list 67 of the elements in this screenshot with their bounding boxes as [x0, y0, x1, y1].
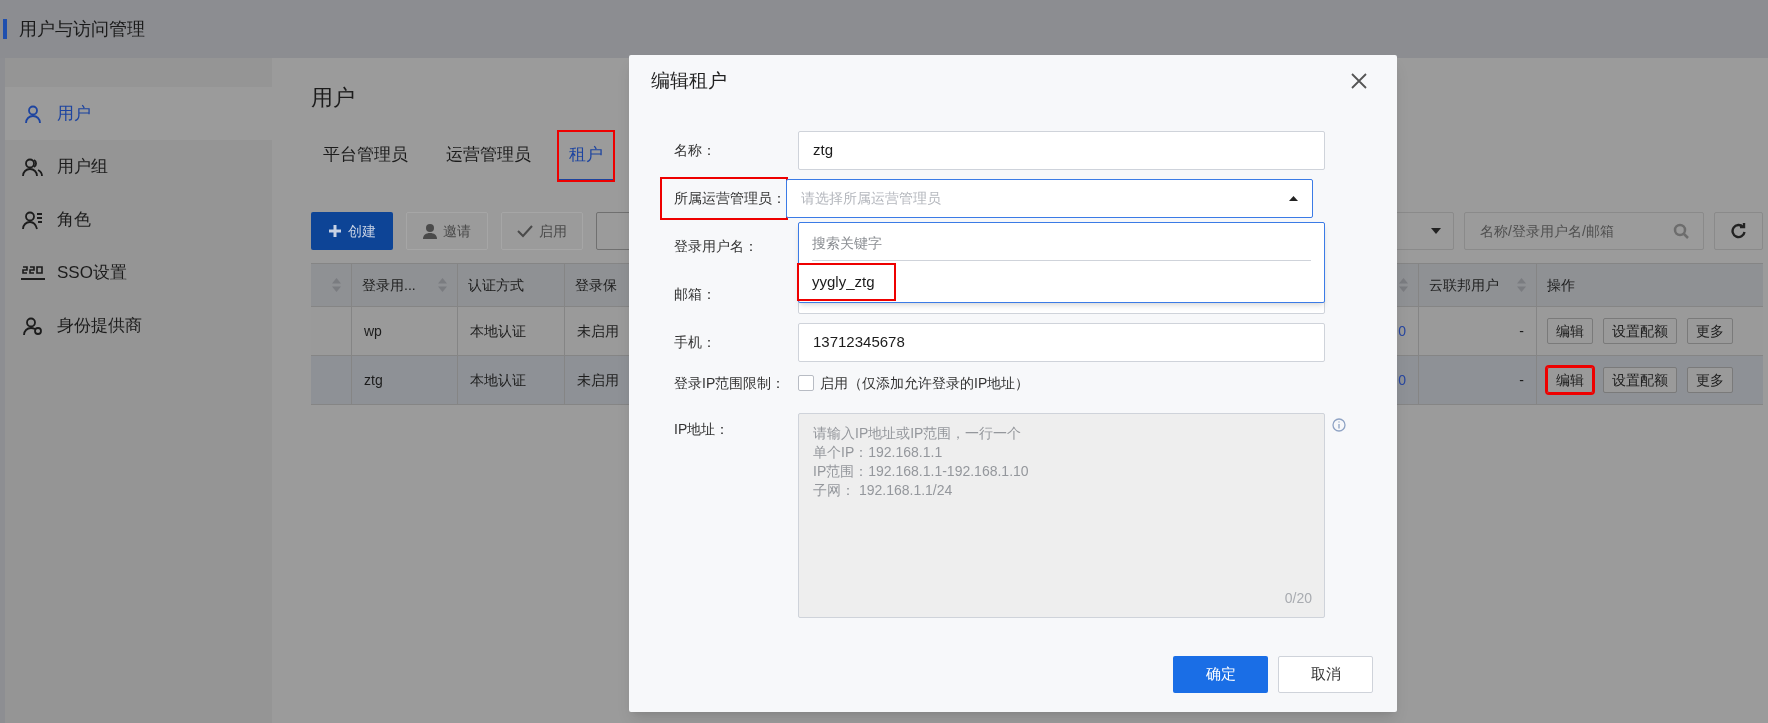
field-label: 名称：: [674, 141, 717, 160]
table-cell-text: 本地认证: [470, 370, 526, 390]
dropdown-option[interactable]: yygly_ztg: [799, 265, 894, 299]
table-cell-text: wp: [364, 321, 382, 341]
user-list-icon: [21, 209, 45, 230]
action-button[interactable]: 设置配额: [1603, 318, 1677, 344]
field-label: 邮箱：: [674, 285, 717, 304]
action-button[interactable]: 编辑: [1547, 318, 1593, 344]
dialog-button[interactable]: 取消: [1278, 656, 1373, 693]
input-field[interactable]: 13712345678: [798, 323, 1325, 362]
action-button[interactable]: 更多: [1687, 367, 1733, 393]
sidebar-item[interactable]: 用户: [5, 87, 272, 140]
placeholder-text: IP范围：192.168.1.1-192.168.1.10: [813, 462, 1030, 481]
check-icon: [517, 224, 533, 238]
dropdown-search-field[interactable]: 搜索关键字: [812, 227, 1311, 261]
action-button[interactable]: 编辑: [1547, 367, 1593, 393]
field-label: 手机：: [674, 333, 717, 352]
dialog-button[interactable]: 确定: [1173, 656, 1268, 693]
caret-icon: [1289, 196, 1298, 201]
placeholder-text: 请输入IP地址或IP范围，一行一个: [813, 424, 1023, 443]
action-button[interactable]: 设置配额: [1603, 367, 1677, 393]
toolbar-button[interactable]: 创建: [311, 212, 393, 250]
input-field[interactable]: ztg: [798, 131, 1325, 170]
caret-icon: [1431, 228, 1441, 234]
checkbox-option[interactable]: 启用（仅添加允许登录的IP地址）: [798, 372, 1030, 394]
table-cell-text: -: [1519, 321, 1524, 341]
users-icon: [21, 156, 45, 177]
dialog-title: 编辑租户: [651, 69, 727, 93]
placeholder-text: 单个IP：192.168.1.1: [813, 443, 944, 462]
section-title: 用户: [311, 84, 356, 112]
table-cell-text: -: [1519, 370, 1524, 390]
close-button[interactable]: [1349, 71, 1369, 91]
user-icon: [423, 223, 437, 239]
plus-icon: [328, 224, 342, 238]
tab[interactable]: 平台管理员: [311, 130, 420, 182]
action-button[interactable]: 更多: [1687, 318, 1733, 344]
count-link[interactable]: 0: [1398, 320, 1406, 342]
info-icon: [1332, 418, 1346, 432]
search-field[interactable]: 名称/登录用户名/邮箱: [1464, 212, 1704, 250]
character-counter: 0/20: [1284, 589, 1312, 608]
checkbox[interactable]: [798, 375, 814, 391]
sidebar-item[interactable]: SSO设置: [5, 246, 272, 299]
field-label: IP地址：: [674, 420, 731, 439]
table-cell-text: ztg: [364, 370, 383, 390]
accent-bar: [3, 19, 7, 39]
sidebar-item[interactable]: 身份提供商: [5, 299, 272, 352]
table-cell-text: 未启用: [577, 370, 619, 390]
close-icon: [1351, 73, 1367, 89]
column-header: 登录用...: [351, 264, 457, 306]
table-cell-text: 本地认证: [470, 321, 526, 341]
table-cell-text: 未启用: [577, 321, 619, 341]
field-label: 所属运营管理员：: [662, 179, 786, 218]
sidebar-item[interactable]: 角色: [5, 193, 272, 246]
field-label: 登录用户名：: [674, 237, 759, 256]
refresh-button[interactable]: [1714, 212, 1763, 250]
page-header-title: 用户与访问管理: [19, 17, 145, 41]
column-header: 认证方式: [457, 264, 564, 306]
sidebar-item[interactable]: 用户组: [5, 140, 272, 193]
search-input[interactable]: 搜索关键字: [812, 233, 1311, 254]
tab[interactable]: 租户: [557, 130, 615, 182]
column-header: 云联邦用户: [1418, 264, 1536, 306]
field-label: 登录IP范围限制：: [674, 373, 787, 393]
search-icon: [1673, 223, 1689, 239]
tab[interactable]: 运营管理员: [434, 130, 543, 182]
column-header: 操作: [1536, 264, 1763, 306]
refresh-icon: [1730, 223, 1747, 239]
placeholder-text: 子网： 192.168.1.1/24: [813, 481, 954, 500]
